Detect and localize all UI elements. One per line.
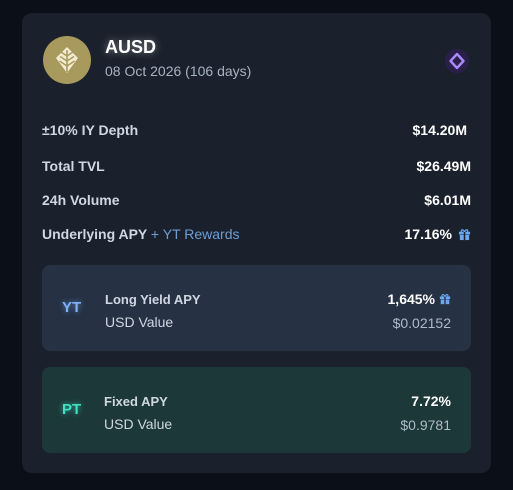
gift-icon[interactable] [439,293,451,305]
market-header: AUSD 08 Oct 2026 (106 days) [43,36,470,86]
stat-row-depth: ±10% IY Depth $14.20M [42,120,471,140]
stat-row-tvl: Total TVL $26.49M [42,156,471,176]
leaf-emblem-icon [43,36,91,84]
volume-label: 24h Volume [42,192,120,208]
yt-rewards-link[interactable]: + YT Rewards [151,226,240,242]
yt-usd-label: USD Value [105,314,174,330]
volume-value: $6.01M [424,192,471,208]
pt-apy-value: 7.72% [411,393,451,409]
depth-value: $14.20M [412,122,467,138]
market-card: AUSD 08 Oct 2026 (106 days) ±10% IY Dept… [22,13,491,473]
network-ring-icon[interactable] [444,48,470,74]
apy-value: 17.16% [404,226,452,242]
stat-row-volume: 24h Volume $6.01M [42,190,471,210]
pt-badge: PT [62,401,82,418]
apy-label-group: Underlying APY + YT Rewards [42,226,240,242]
tvl-value: $26.49M [416,158,471,174]
pt-usd-value: $0.9781 [400,417,451,433]
yt-value-group: 1,645% [388,291,451,307]
stat-row-apy: Underlying APY + YT Rewards 17.16% [42,224,471,244]
pt-panel[interactable]: PT Fixed APY USD Value 7.72% $0.9781 [42,367,471,453]
yt-badge: YT [62,299,82,316]
tvl-label: Total TVL [42,158,105,174]
yt-panel[interactable]: YT Long Yield APY USD Value 1,645% $0.02… [42,265,471,351]
yt-usd-value: $0.02152 [392,315,451,331]
apy-label: Underlying APY [42,226,148,242]
depth-label: ±10% IY Depth [42,122,139,138]
pt-label: Fixed APY [104,394,168,409]
yt-label: Long Yield APY [105,292,201,307]
yt-apy-value: 1,645% [387,291,435,307]
apy-value-group: 17.16% [405,226,471,242]
maturity-date: 08 Oct 2026 (106 days) [105,63,252,79]
token-title: AUSD [105,37,157,57]
pt-usd-label: USD Value [104,416,173,432]
gift-icon[interactable] [458,228,471,241]
